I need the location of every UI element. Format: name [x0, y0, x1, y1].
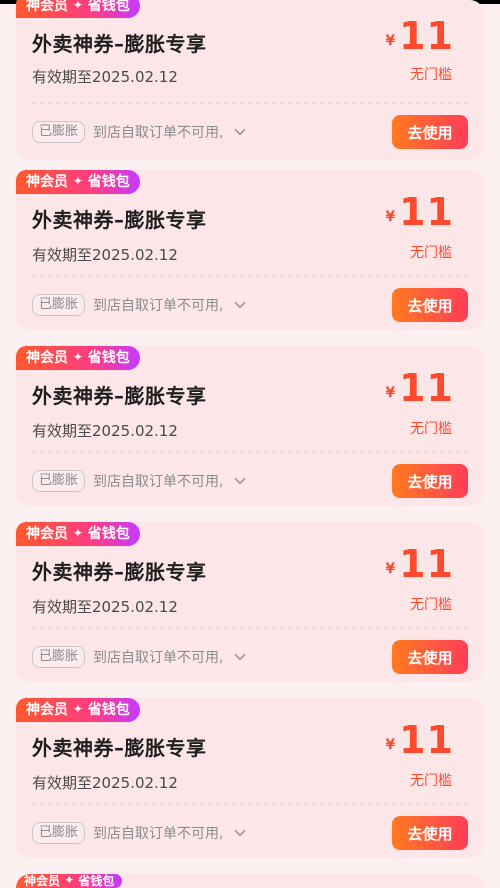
- chevron-down-icon[interactable]: [231, 296, 249, 314]
- badge-left-text: 神会员: [26, 702, 68, 718]
- coupon-valid-until: 有效期至2025.02.12: [32, 246, 178, 264]
- coupon-note: 到店自取订单不可用,: [93, 125, 224, 141]
- coupon-footer: 已膨胀 到店自取订单不可用, 去使用: [32, 816, 468, 850]
- currency-symbol: ¥: [385, 33, 396, 49]
- badge-right-text: 省钱包: [87, 0, 130, 14]
- next-coupon-peek: 神会员 ✦ 省钱包: [16, 874, 484, 888]
- coupon-note-row: 已膨胀 到店自取订单不可用,: [32, 646, 249, 668]
- chevron-down-icon[interactable]: [231, 824, 249, 842]
- sparkle-icon: ✦: [72, 174, 83, 188]
- coupon-amount: 11: [399, 190, 454, 234]
- use-coupon-button[interactable]: 去使用: [392, 640, 468, 674]
- coupon-card: 神会员 ✦ 省钱包 外卖神券–膨胀专享 有效期至2025.02.12 ¥ 11 …: [16, 346, 484, 506]
- coupon-title: 外卖神券–膨胀专享: [32, 736, 207, 760]
- dashed-divider: [32, 276, 468, 277]
- coupon-amount: 11: [399, 718, 454, 762]
- coupon-price: ¥ 11: [385, 190, 454, 234]
- coupon-valid-until: 有效期至2025.02.12: [32, 422, 178, 440]
- coupon-title: 外卖神券–膨胀专享: [32, 560, 207, 584]
- coupon-badge: 神会员 ✦ 省钱包: [16, 0, 140, 18]
- sparkle-icon: ✦: [64, 874, 75, 887]
- coupon-note: 到店自取订单不可用,: [93, 826, 224, 842]
- coupon-footer: 已膨胀 到店自取订单不可用, 去使用: [32, 288, 468, 322]
- badge-right-text: 省钱包: [78, 874, 115, 888]
- coupon-threshold: 无门槛: [410, 67, 452, 83]
- coupon-note-row: 已膨胀 到店自取订单不可用,: [32, 121, 249, 143]
- coupon-badge: 神会员 ✦ 省钱包: [16, 522, 140, 546]
- coupon-card: 神会员 ✦ 省钱包 外卖神券–膨胀专享 有效期至2025.02.12 ¥ 11 …: [16, 522, 484, 682]
- coupon-note: 到店自取订单不可用,: [93, 298, 224, 314]
- coupon-card: 神会员 ✦ 省钱包 外卖神券–膨胀专享 有效期至2025.02.12 ¥ 11 …: [16, 698, 484, 858]
- sparkle-icon: ✦: [72, 350, 83, 364]
- coupon-note: 到店自取订单不可用,: [93, 474, 224, 490]
- coupon-footer: 已膨胀 到店自取订单不可用, 去使用: [32, 464, 468, 498]
- coupon-list: 神会员 ✦ 省钱包 外卖神券–膨胀专享 有效期至2025.02.12 ¥ 11 …: [0, 0, 500, 888]
- currency-symbol: ¥: [385, 561, 396, 577]
- coupon-price: ¥ 11: [385, 366, 454, 410]
- currency-symbol: ¥: [385, 385, 396, 401]
- chevron-down-icon[interactable]: [231, 123, 249, 141]
- coupon-title: 外卖神券–膨胀专享: [32, 384, 207, 408]
- badge-left-text: 神会员: [26, 0, 68, 14]
- coupon-note-row: 已膨胀 到店自取订单不可用,: [32, 470, 249, 492]
- coupon-valid-until: 有效期至2025.02.12: [32, 598, 178, 616]
- coupon-note: 到店自取订单不可用,: [93, 650, 224, 666]
- use-coupon-button[interactable]: 去使用: [392, 115, 468, 149]
- sparkle-icon: ✦: [72, 0, 83, 12]
- coupon-card: 神会员 ✦ 省钱包 外卖神券–膨胀专享 有效期至2025.02.12 ¥ 11 …: [16, 0, 484, 160]
- badge-right-text: 省钱包: [87, 702, 130, 718]
- expanded-tag: 已膨胀: [32, 294, 86, 316]
- chevron-down-icon[interactable]: [231, 648, 249, 666]
- sparkle-icon: ✦: [72, 526, 83, 540]
- coupon-threshold: 无门槛: [410, 245, 452, 261]
- sparkle-icon: ✦: [72, 702, 83, 716]
- dashed-divider: [32, 804, 468, 805]
- badge-left-text: 神会员: [26, 526, 68, 542]
- coupon-badge: 神会员 ✦ 省钱包: [16, 874, 123, 888]
- coupon-valid-until: 有效期至2025.02.12: [32, 68, 178, 86]
- coupon-price: ¥ 11: [385, 542, 454, 586]
- expanded-tag: 已膨胀: [32, 121, 86, 143]
- expanded-tag: 已膨胀: [32, 646, 86, 668]
- coupon-note-row: 已膨胀 到店自取订单不可用,: [32, 294, 249, 316]
- coupon-price: ¥ 11: [385, 14, 454, 58]
- coupon-note-row: 已膨胀 到店自取订单不可用,: [32, 822, 249, 844]
- coupon-card: 神会员 ✦ 省钱包 外卖神券–膨胀专享 有效期至2025.02.12 ¥ 11 …: [16, 170, 484, 330]
- badge-left-text: 神会员: [26, 174, 68, 190]
- coupon-title: 外卖神券–膨胀专享: [32, 208, 207, 232]
- dashed-divider: [32, 452, 468, 453]
- coupon-footer: 已膨胀 到店自取订单不可用, 去使用: [32, 640, 468, 674]
- currency-symbol: ¥: [385, 737, 396, 753]
- dashed-divider: [32, 628, 468, 629]
- coupon-amount: 11: [399, 542, 454, 586]
- currency-symbol: ¥: [385, 209, 396, 225]
- coupon-title: 外卖神券–膨胀专享: [32, 32, 207, 56]
- coupon-footer: 已膨胀 到店自取订单不可用, 去使用: [32, 115, 468, 149]
- coupon-badge: 神会员 ✦ 省钱包: [16, 170, 140, 194]
- expanded-tag: 已膨胀: [32, 470, 86, 492]
- expanded-tag: 已膨胀: [32, 822, 86, 844]
- badge-right-text: 省钱包: [87, 174, 130, 190]
- badge-right-text: 省钱包: [87, 526, 130, 542]
- coupon-price: ¥ 11: [385, 718, 454, 762]
- coupon-threshold: 无门槛: [410, 597, 452, 613]
- badge-right-text: 省钱包: [87, 350, 130, 366]
- coupon-badge: 神会员 ✦ 省钱包: [16, 698, 140, 722]
- badge-left-text: 神会员: [26, 350, 68, 366]
- coupon-threshold: 无门槛: [410, 773, 452, 789]
- coupon-amount: 11: [399, 14, 454, 58]
- use-coupon-button[interactable]: 去使用: [392, 464, 468, 498]
- dashed-divider: [32, 103, 468, 104]
- coupon-valid-until: 有效期至2025.02.12: [32, 774, 178, 792]
- coupon-badge: 神会员 ✦ 省钱包: [16, 346, 140, 370]
- use-coupon-button[interactable]: 去使用: [392, 816, 468, 850]
- badge-left-text: 神会员: [24, 874, 61, 888]
- coupon-amount: 11: [399, 366, 454, 410]
- coupon-threshold: 无门槛: [410, 421, 452, 437]
- use-coupon-button[interactable]: 去使用: [392, 288, 468, 322]
- chevron-down-icon[interactable]: [231, 472, 249, 490]
